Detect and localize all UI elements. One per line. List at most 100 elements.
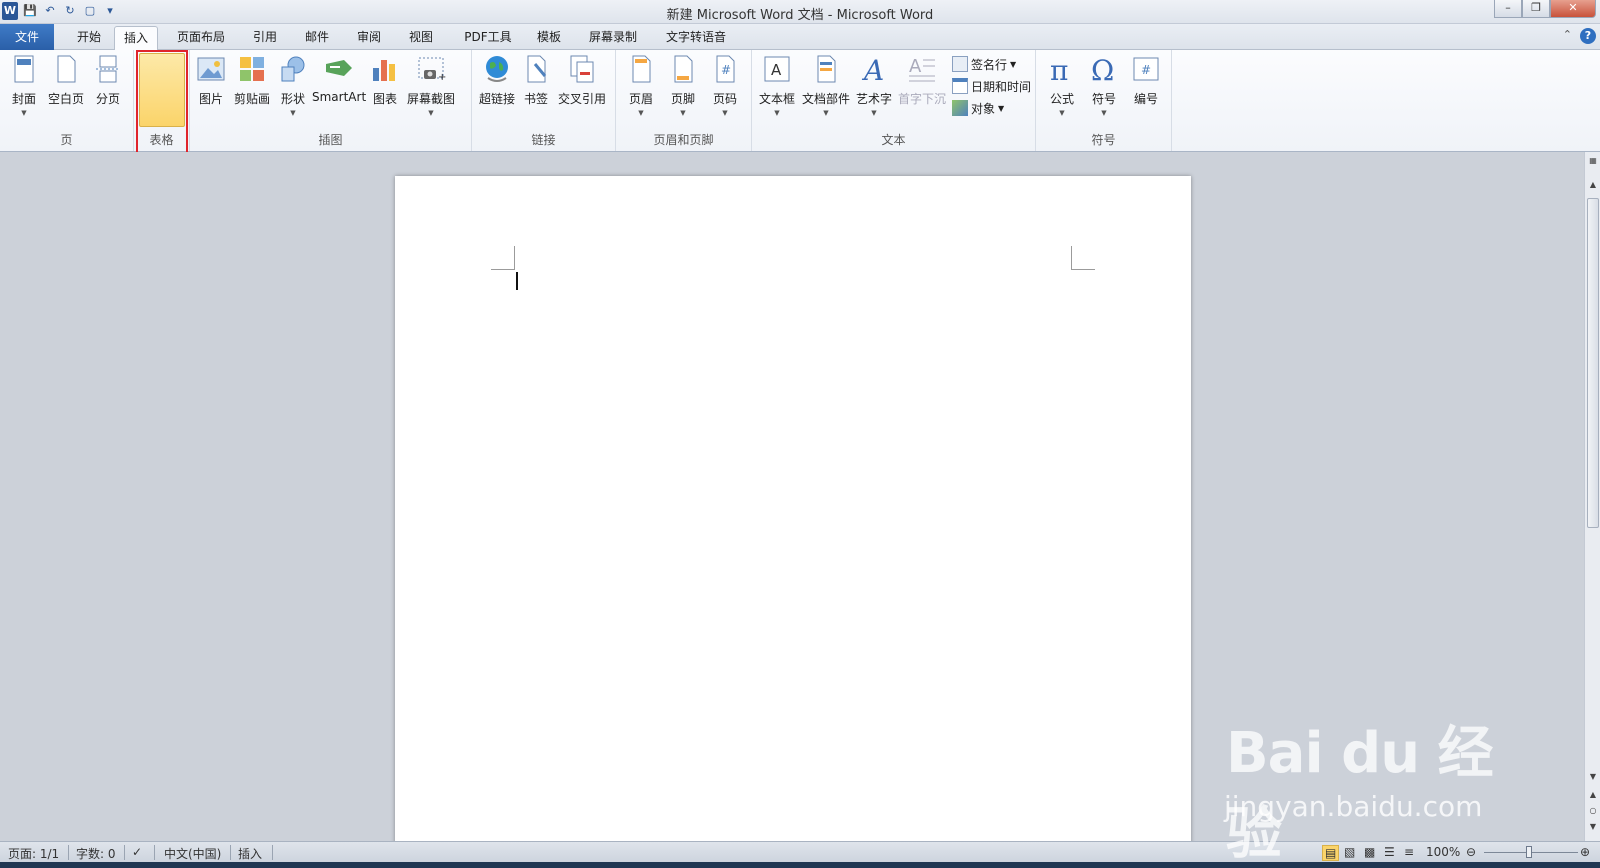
word-count[interactable]: 字数: 0 — [76, 845, 116, 862]
tab-insert[interactable]: 插入 — [114, 26, 158, 51]
symbol-button[interactable]: Ω 符号 ▼ — [1084, 54, 1124, 120]
title-bar: W 💾 ↶ ↻ ▢ ▾ 新建 Microsoft Word 文档 - Micro… — [0, 0, 1600, 24]
page-break-button[interactable]: 分页 — [90, 54, 126, 120]
scroll-down-arrow[interactable]: ▼ — [1585, 772, 1600, 781]
chevron-down-icon: ▼ — [1101, 109, 1107, 117]
tab-templates[interactable]: 模板 — [526, 26, 572, 50]
hyperlink-globe-icon — [486, 56, 508, 82]
minimize-ribbon-icon[interactable]: ⌃ — [1563, 28, 1572, 41]
group-page: 封面 ▼ 空白页 分页 页 — [0, 50, 134, 151]
group-label-header-footer: 页眉和页脚 — [653, 133, 714, 147]
hyperlink-button[interactable]: 超链接 — [476, 54, 518, 120]
window-controls: – ❐ ✕ — [1494, 0, 1596, 18]
margin-corner-top-left — [491, 246, 515, 270]
ribbon-tabs: 文件 开始 插入 页面布局 引用 邮件 审阅 视图 PDF工具 模板 屏幕录制 … — [0, 24, 1600, 51]
tab-pdf-tools[interactable]: PDF工具 — [456, 26, 520, 50]
date-time-button[interactable]: 日期和时间 — [952, 76, 1031, 96]
next-page-icon[interactable]: ▼ — [1585, 822, 1600, 831]
scroll-thumb[interactable] — [1587, 198, 1599, 528]
tab-home[interactable]: 开始 — [66, 26, 112, 50]
chevron-down-icon: ▼ — [774, 109, 780, 117]
screenshot-button[interactable]: + 屏幕截图 ▼ — [406, 54, 456, 120]
close-button[interactable]: ✕ — [1550, 0, 1596, 18]
group-text: A 文本框 ▼ 文档部件 ▼ A 艺术字 ▼ A 首字下沉 签名行 ▼ 日期和时… — [752, 50, 1036, 151]
group-label-tables: 表格 — [149, 133, 174, 147]
cross-reference-button[interactable]: 交叉引用 — [554, 54, 610, 120]
insert-mode-indicator[interactable]: 插入 — [238, 845, 262, 862]
page-count[interactable]: 页面: 1/1 — [8, 845, 59, 862]
cover-page-button[interactable]: 封面 ▼ — [6, 54, 42, 120]
chevron-down-icon: ▼ — [638, 109, 644, 117]
select-browse-object-icon[interactable]: ○ — [1585, 806, 1600, 815]
shapes-button[interactable]: 形状 ▼ — [276, 54, 310, 120]
text-box-button[interactable]: A 文本框 ▼ — [756, 54, 798, 120]
scroll-up-arrow[interactable]: ▲ — [1585, 180, 1600, 189]
proofing-icon[interactable]: ✓ — [132, 845, 142, 859]
restore-button[interactable]: ❐ — [1522, 0, 1550, 18]
tab-references[interactable]: 引用 — [242, 26, 288, 50]
svg-text:#: # — [721, 63, 731, 77]
picture-button[interactable]: 图片 — [194, 54, 228, 120]
group-illustrations: 图片 剪贴画 形状 ▼ SmartArt 图表 + 屏幕截图 ▼ 插图 — [190, 50, 472, 151]
outline-view-icon[interactable]: ☰ — [1384, 845, 1395, 859]
zoom-level[interactable]: 100% — [1426, 845, 1460, 859]
tab-view[interactable]: 视图 — [398, 26, 444, 50]
divider — [272, 845, 273, 860]
document-area[interactable] — [0, 152, 1584, 841]
cross-reference-icon — [570, 55, 594, 83]
tab-review[interactable]: 审阅 — [346, 26, 392, 50]
quick-parts-button[interactable]: 文档部件 ▼ — [800, 54, 852, 120]
text-box-icon: A — [764, 56, 790, 82]
print-layout-view-icon[interactable]: ▤ — [1322, 845, 1340, 861]
tab-file[interactable]: 文件 — [0, 24, 54, 50]
svg-text:A: A — [861, 54, 884, 84]
language-indicator[interactable]: 中文(中国) — [164, 845, 221, 862]
margin-corner-top-right — [1071, 246, 1095, 270]
zoom-out-icon[interactable]: ⊖ — [1466, 845, 1476, 859]
status-bar: 页面: 1/1 字数: 0 ✓ 中文(中国) 插入 ▤ ▧ ▩ ☰ ≡ 100%… — [0, 841, 1600, 862]
tab-page-layout[interactable]: 页面布局 — [170, 26, 232, 50]
drop-cap-button[interactable]: A 首字下沉 — [896, 54, 948, 120]
previous-page-icon[interactable]: ▲ — [1585, 790, 1600, 799]
chevron-down-icon: ▼ — [722, 109, 728, 117]
svg-text:A: A — [771, 61, 782, 79]
help-icon[interactable]: ? — [1580, 28, 1596, 44]
document-page[interactable] — [395, 176, 1191, 841]
group-links: 超链接 书签 交叉引用 链接 — [472, 50, 616, 151]
web-layout-icon[interactable]: ▩ — [1364, 845, 1375, 859]
vertical-scrollbar[interactable]: ▦ ▲ ▼ ▲ ○ ▼ — [1584, 152, 1600, 841]
clip-art-button[interactable]: 剪贴画 — [230, 54, 274, 120]
zoom-slider-thumb[interactable] — [1526, 846, 1532, 858]
draft-view-icon[interactable]: ≡ — [1404, 845, 1414, 859]
chart-button[interactable]: 图表 — [368, 54, 402, 120]
chevron-down-icon: ▼ — [290, 109, 296, 117]
chevron-down-icon: ▼ — [1059, 109, 1065, 117]
page-number-button[interactable]: # 页码 ▼ — [706, 54, 744, 120]
tab-text-to-speech[interactable]: 文字转语音 — [656, 26, 736, 50]
shapes-icon — [281, 56, 305, 82]
full-screen-reading-icon[interactable]: ▧ — [1344, 845, 1355, 859]
footer-button[interactable]: 页脚 ▼ — [664, 54, 702, 120]
chevron-down-icon: ▼ — [1010, 59, 1017, 69]
smartart-button[interactable]: SmartArt — [312, 54, 366, 120]
zoom-in-icon[interactable]: ⊕ — [1580, 845, 1590, 859]
header-button[interactable]: 页眉 ▼ — [622, 54, 660, 120]
window-title: 新建 Microsoft Word 文档 - Microsoft Word — [666, 8, 934, 23]
blank-page-button[interactable]: 空白页 — [46, 54, 86, 120]
equation-button[interactable]: π 公式 ▼ — [1042, 54, 1082, 120]
group-label-page: 页 — [60, 133, 73, 147]
ruler-toggle-icon[interactable]: ▦ — [1585, 156, 1600, 165]
object-icon — [952, 100, 968, 116]
numbering-button[interactable]: # 编号 — [1126, 54, 1166, 120]
bookmark-button[interactable]: 书签 — [520, 54, 552, 120]
tab-screen-record[interactable]: 屏幕录制 — [580, 26, 646, 50]
tab-mailings[interactable]: 邮件 — [294, 26, 340, 50]
chart-icon — [373, 60, 395, 81]
signature-line-button[interactable]: 签名行 ▼ — [952, 54, 1016, 74]
header-icon — [632, 55, 651, 83]
object-button[interactable]: 对象 ▼ — [952, 98, 1004, 118]
minimize-button[interactable]: – — [1494, 0, 1522, 18]
chevron-down-icon: ▼ — [998, 103, 1005, 113]
signature-line-icon — [952, 56, 968, 72]
wordart-button[interactable]: A 艺术字 ▼ — [854, 54, 894, 120]
